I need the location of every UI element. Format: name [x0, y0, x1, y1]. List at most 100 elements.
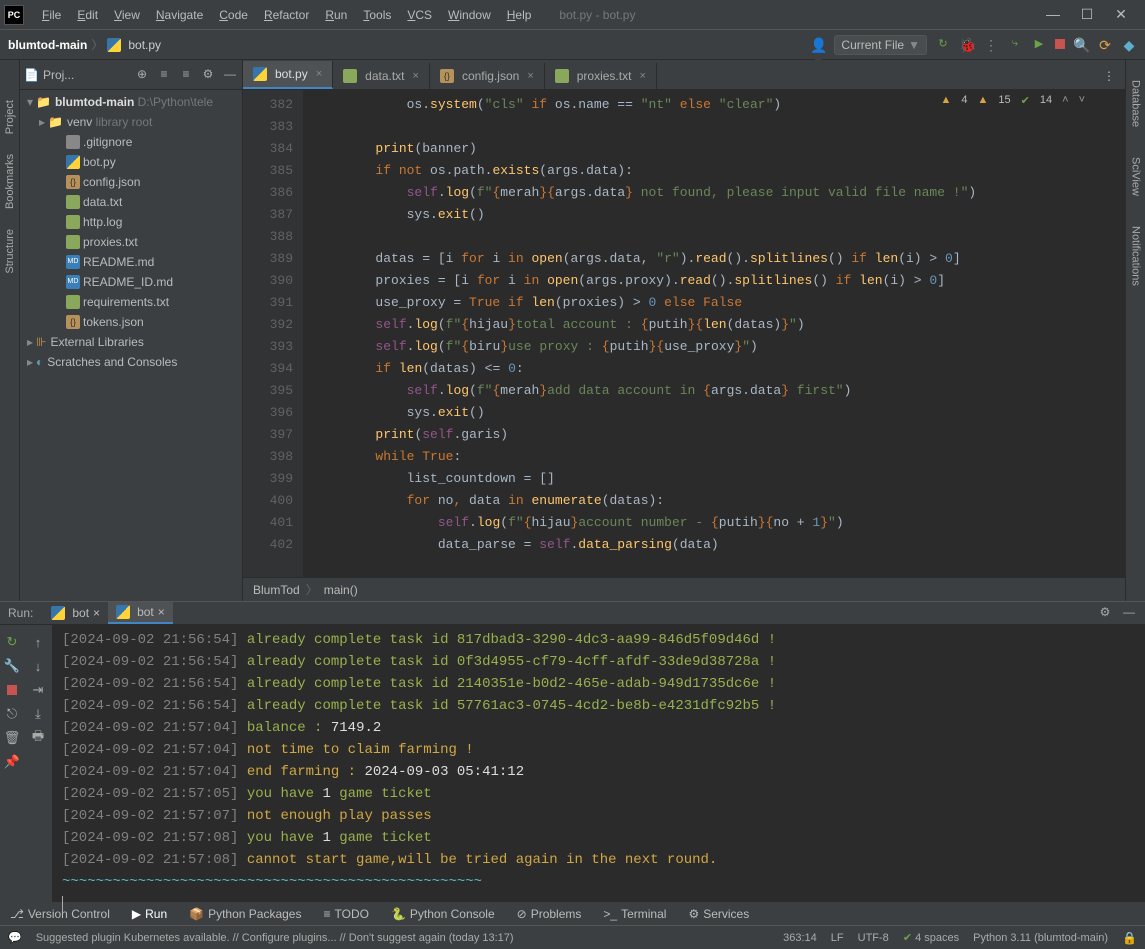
close-run-tab-icon[interactable]: × [93, 606, 100, 620]
menu-code[interactable]: Code [211, 4, 256, 26]
menu-run[interactable]: Run [317, 4, 355, 26]
close-run-tab-icon[interactable]: × [158, 605, 165, 619]
rail-sciview[interactable]: SciView [1130, 157, 1142, 196]
editor-body[interactable]: ▲4 ▲15 ✔14 ˄ ˅ 382 383 384 385 386 387 3… [243, 90, 1125, 577]
toolwindow-run[interactable]: ▶Run [128, 905, 171, 923]
interpreter[interactable]: Python 3.11 (blumtod-main) [973, 932, 1108, 944]
tree-venv[interactable]: ▸📁venv library root [20, 112, 242, 132]
inspections-widget[interactable]: ▲4 ▲15 ✔14 ˄ ˅ [941, 94, 1086, 107]
line-sep[interactable]: LF [831, 932, 844, 944]
breadcrumb-file[interactable]: bot.py [128, 38, 161, 52]
tab-proxies-txt[interactable]: proxies.txt× [545, 63, 657, 89]
tree-file[interactable]: data.txt [20, 192, 242, 212]
breadcrumb[interactable]: blumtod-main 〉 bot.py [8, 36, 161, 53]
search-icon[interactable]: 🔍 [1073, 37, 1089, 53]
menu-help[interactable]: Help [499, 4, 540, 26]
menu-view[interactable]: View [106, 4, 148, 26]
exit-icon[interactable]: ⎋ [3, 705, 21, 723]
tree-file[interactable]: bot.py [20, 152, 242, 172]
tree-scratches[interactable]: ▸◐Scratches and Consoles [20, 352, 242, 372]
tree-file[interactable]: MDREADME_ID.md [20, 272, 242, 292]
more-run-icon[interactable]: ⋮ [983, 37, 999, 53]
tree-file[interactable]: {}tokens.json [20, 312, 242, 332]
breadcrumb-root[interactable]: blumtod-main [8, 38, 87, 52]
pin-icon[interactable]: 📌 [3, 753, 21, 771]
update-icon[interactable]: ⟳ [1097, 37, 1113, 53]
run-config-dropdown[interactable]: Current File ▼ [834, 35, 927, 55]
minimize-button[interactable]: — [1043, 6, 1063, 23]
status-msg-icon[interactable]: 💬 [8, 931, 22, 944]
menu-navigate[interactable]: Navigate [148, 4, 211, 26]
toolwindow-services[interactable]: ⚙Services [684, 905, 753, 923]
rail-notifications[interactable]: Notifications [1130, 226, 1142, 286]
run-hide-icon[interactable]: — [1121, 605, 1137, 621]
rail-bookmarks[interactable]: Bookmarks [4, 154, 16, 209]
profile-button[interactable]: ▶ [1031, 37, 1047, 53]
tree-file[interactable]: MDREADME.md [20, 252, 242, 272]
run-button[interactable]: ↻ [935, 37, 951, 53]
tab-data-txt[interactable]: data.txt× [333, 63, 430, 89]
tree-file[interactable]: {}config.json [20, 172, 242, 192]
tab-bot-py[interactable]: bot.py× [243, 61, 333, 89]
console-output[interactable]: [2024-09-02 21:56:54] already complete t… [52, 625, 1145, 919]
rail-structure[interactable]: Structure [4, 229, 16, 274]
menu-edit[interactable]: Edit [69, 4, 106, 26]
toolwindow-todo[interactable]: ≡TODO [319, 905, 372, 923]
editor-gutter[interactable]: 382 383 384 385 386 387 388 389 390 391 … [243, 90, 303, 577]
warning-a-icon[interactable]: ▲ [941, 94, 952, 107]
tree-external-libs[interactable]: ▸⊪External Libraries [20, 332, 242, 352]
tree-file[interactable]: http.log [20, 212, 242, 232]
stop-run-icon[interactable] [3, 681, 21, 699]
run-gear-icon[interactable]: ⚙ [1097, 605, 1113, 621]
tree-file[interactable]: proxies.txt [20, 232, 242, 252]
encoding[interactable]: UTF-8 [858, 932, 889, 944]
tabs-more-icon[interactable]: ⋮ [1093, 63, 1125, 89]
code-content[interactable]: os.system("cls" if os.name == "nt" else … [303, 90, 1125, 577]
up-arrow-icon[interactable]: ↑ [29, 633, 47, 651]
wrench-icon[interactable]: 🔧 [3, 657, 21, 675]
run-tab-bot[interactable]: bot × [43, 602, 108, 624]
menu-window[interactable]: Window [440, 4, 499, 26]
close-tab-icon[interactable]: × [527, 70, 533, 82]
run-tab-bot[interactable]: bot × [108, 602, 173, 624]
debug-button[interactable]: 🐞 [959, 37, 975, 53]
scroll-end-icon[interactable]: ⤓ [29, 705, 47, 723]
select-opened-icon[interactable]: ⊕ [134, 67, 150, 83]
toolwindow-python-console[interactable]: 🐍Python Console [387, 905, 499, 923]
status-message[interactable]: Suggested plugin Kubernetes available. /… [36, 932, 514, 944]
close-tab-icon[interactable]: × [413, 70, 419, 82]
tree-file[interactable]: requirements.txt [20, 292, 242, 312]
indent-config[interactable]: ✔ 4 spaces [903, 931, 959, 944]
soft-wrap-icon[interactable]: ⇥ [29, 681, 47, 699]
gear-icon[interactable]: ⚙ [200, 67, 216, 83]
tab-config-json[interactable]: {}config.json× [430, 63, 545, 89]
warning-b-icon[interactable]: ▲ [978, 94, 989, 107]
expand-all-icon[interactable]: ≡ [156, 67, 172, 83]
rail-project[interactable]: Project [4, 100, 16, 134]
coverage-button[interactable]: ⤷ [1007, 37, 1023, 53]
editor-breadcrumb[interactable]: BlumTod〉main() [243, 577, 1125, 601]
menu-file[interactable]: File [34, 4, 69, 26]
menu-refactor[interactable]: Refactor [256, 4, 317, 26]
rail-database[interactable]: Database [1130, 80, 1142, 127]
close-tab-icon[interactable]: × [316, 68, 322, 80]
rerun-icon[interactable]: ↻ [3, 633, 21, 651]
down-arrow-icon[interactable]: ↓ [29, 657, 47, 675]
close-tab-icon[interactable]: × [639, 70, 645, 82]
menu-vcs[interactable]: VCS [399, 4, 440, 26]
project-panel-title[interactable]: 📄 Proj... [24, 68, 128, 82]
stop-button[interactable] [1055, 38, 1065, 52]
project-tree[interactable]: ▾📁blumtod-main D:\Python\tele ▸📁venv lib… [20, 90, 242, 601]
ai-assist-icon[interactable]: ◆ [1121, 37, 1137, 53]
toolwindow-terminal[interactable]: >_Terminal [599, 905, 670, 923]
close-button[interactable]: ✕ [1111, 6, 1131, 23]
toolwindow-python-packages[interactable]: 📦Python Packages [185, 905, 305, 923]
maximize-button[interactable]: ☐ [1077, 6, 1097, 23]
menu-tools[interactable]: Tools [355, 4, 399, 26]
caret-position[interactable]: 363:14 [783, 932, 817, 944]
hide-panel-icon[interactable]: — [222, 67, 238, 83]
user-icon[interactable]: 👤▾ [810, 37, 826, 53]
tree-root[interactable]: ▾📁blumtod-main D:\Python\tele [20, 92, 242, 112]
lock-icon[interactable]: 🔒 [1122, 931, 1137, 945]
toolwindow-version-control[interactable]: ⎇Version Control [6, 905, 114, 923]
